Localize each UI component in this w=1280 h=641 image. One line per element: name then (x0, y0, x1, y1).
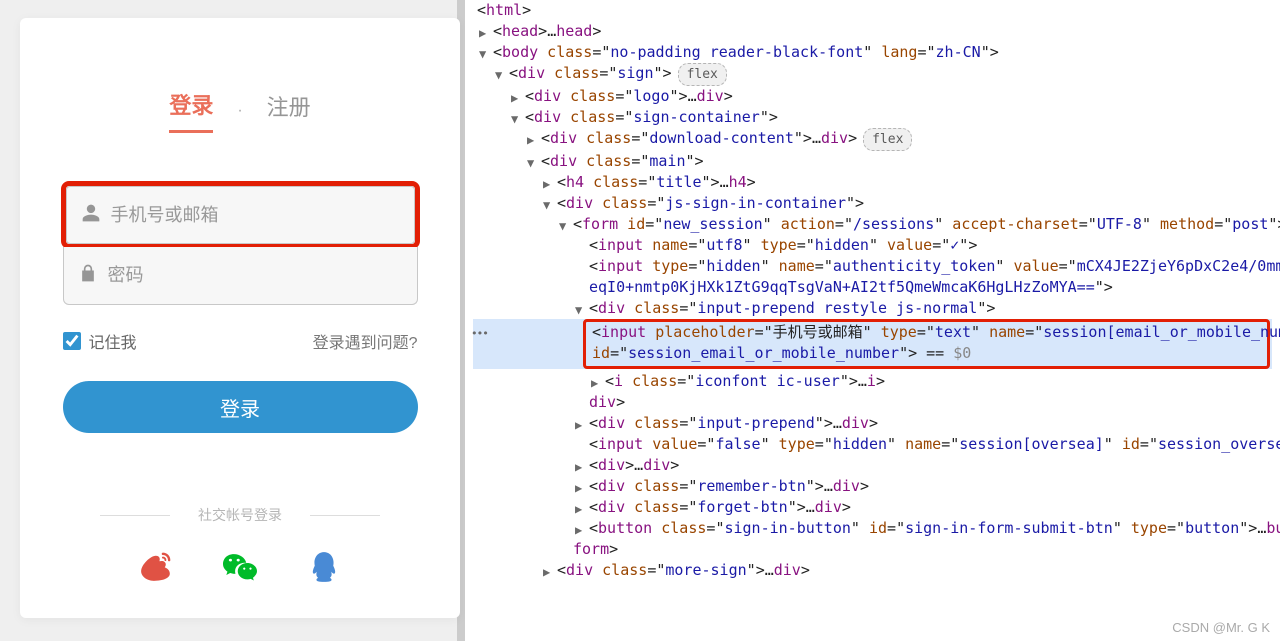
username-input[interactable] (111, 205, 400, 226)
dom-node[interactable]: <html> (473, 0, 1272, 21)
dom-node[interactable]: <input type="hidden" name="authenticity_… (473, 256, 1272, 277)
dom-node[interactable]: ▶<h4 class="title">…h4> (473, 172, 1272, 193)
weibo-icon[interactable] (138, 549, 174, 585)
remember-me[interactable]: 记住我 (63, 329, 137, 353)
auth-tabs: 登录 · 注册 (169, 88, 310, 133)
dom-node[interactable]: ▶<button class="sign-in-button" id="sign… (473, 518, 1272, 539)
tab-separator: · (237, 102, 242, 120)
remember-checkbox[interactable] (63, 332, 81, 350)
dom-node[interactable]: ▼<div class="sign">flex (473, 63, 1272, 86)
dom-node[interactable]: <input value="false" type="hidden" name=… (473, 434, 1272, 455)
remember-label: 记住我 (89, 329, 137, 353)
dom-node[interactable]: ▼<body class="no-padding reader-black-fo… (473, 42, 1272, 63)
dom-node[interactable]: ▶<div class="logo">…div> (473, 86, 1272, 107)
dom-node[interactable]: ▶<i class="iconfont ic-user">…i> (473, 371, 1272, 392)
dom-node[interactable]: ▼<div class="sign-container"> (473, 107, 1272, 128)
dom-node[interactable]: div> (473, 392, 1272, 413)
options-row: 记住我 登录遇到问题? (63, 329, 418, 353)
username-row[interactable] (66, 186, 415, 244)
dom-node[interactable]: ▶<head>…head> (473, 21, 1272, 42)
tab-login[interactable]: 登录 (169, 88, 213, 133)
dom-node[interactable]: ▶<div class="remember-btn">…div> (473, 476, 1272, 497)
password-input[interactable] (108, 265, 403, 286)
qq-icon[interactable] (306, 549, 342, 585)
login-button[interactable]: 登录 (63, 381, 418, 433)
lock-icon (78, 263, 98, 288)
password-row[interactable] (63, 247, 418, 305)
dom-node[interactable]: ▶<div class="forget-btn">…div> (473, 497, 1272, 518)
dom-node[interactable]: ▼<div class="input-prepend restyle js-no… (473, 298, 1272, 319)
dom-node[interactable]: ▼<div class="js-sign-in-container"> (473, 193, 1272, 214)
dom-node[interactable]: ▼<div class="main"> (473, 151, 1272, 172)
dom-node[interactable]: ▶<div class="more-sign">…div> (473, 560, 1272, 581)
watermark: CSDN @Mr. G K (1172, 620, 1270, 635)
login-panel: 登录 · 注册 记住我 (0, 0, 465, 641)
social-icons (80, 549, 400, 585)
dom-node[interactable]: ▶<div class="download-content">…div>flex (473, 128, 1272, 151)
highlighted-input-box (61, 181, 420, 249)
dom-node[interactable]: ▼<form id="new_session" action="/session… (473, 214, 1272, 235)
social-login-section: 社交帐号登录 (80, 505, 400, 585)
dom-node[interactable]: form> (473, 539, 1272, 560)
dom-node[interactable]: ▶<div>…div> (473, 455, 1272, 476)
social-login-title: 社交帐号登录 (80, 505, 400, 525)
login-form-inputs (63, 183, 418, 305)
tab-register[interactable]: 注册 (267, 90, 311, 132)
login-card: 登录 · 注册 记住我 (20, 18, 460, 618)
wechat-icon[interactable] (222, 549, 258, 585)
devtools-elements-panel[interactable]: <html>▶<head>…head>▼<body class="no-padd… (465, 0, 1280, 641)
user-icon (81, 203, 101, 228)
dom-node[interactable]: <input name="utf8" type="hidden" value="… (473, 235, 1272, 256)
forgot-link[interactable]: 登录遇到问题? (313, 329, 418, 353)
selected-input-element[interactable]: <input placeholder="手机号或邮箱" type="text" … (583, 319, 1270, 369)
dom-node[interactable]: ▶<div class="input-prepend">…div> (473, 413, 1272, 434)
